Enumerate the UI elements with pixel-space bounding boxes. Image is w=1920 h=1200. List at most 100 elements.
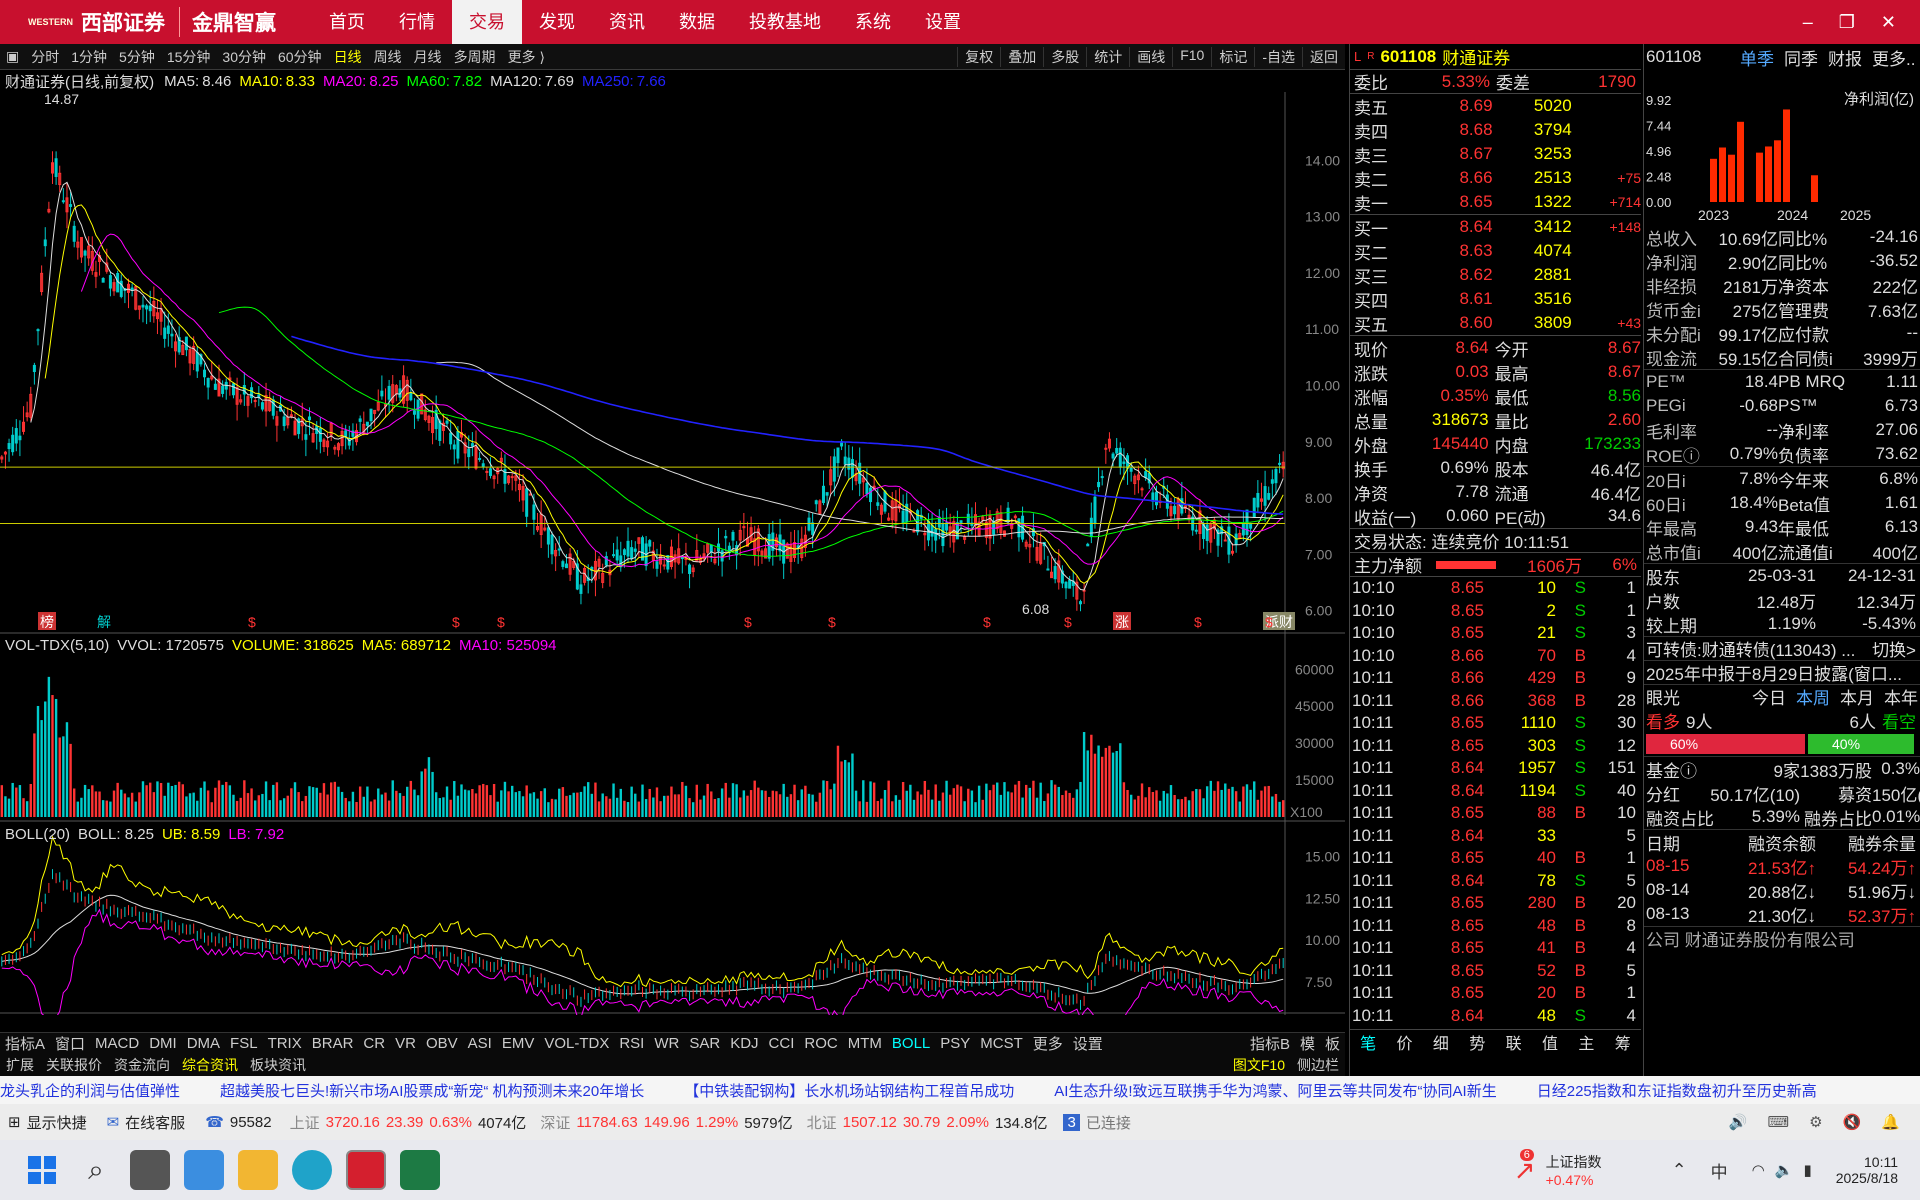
- event-marker[interactable]: 解: [97, 614, 111, 630]
- event-marker[interactable]: 榜: [40, 614, 54, 630]
- nav-item[interactable]: 系统: [838, 0, 908, 44]
- indicator-tab[interactable]: 模: [1295, 1033, 1320, 1054]
- quote-bottom-tab[interactable]: 细: [1433, 1030, 1449, 1054]
- indicator-tab[interactable]: DMI: [144, 1035, 182, 1052]
- book-row[interactable]: 卖三 8.67 3253: [1350, 142, 1641, 166]
- speaker-icon[interactable]: 🔈: [1775, 1161, 1794, 1179]
- task-view-icon[interactable]: [130, 1150, 170, 1190]
- minimize-icon[interactable]: –: [1803, 12, 1813, 33]
- start-icon[interactable]: [22, 1150, 62, 1190]
- news-item[interactable]: 日经225指数和东证指数盘初升至历史新高: [1537, 1080, 1817, 1101]
- indicator-tab[interactable]: 指标B: [1245, 1033, 1295, 1054]
- ext-right-tab[interactable]: 侧边栏: [1291, 1055, 1345, 1075]
- indicator-tab[interactable]: KDJ: [725, 1035, 763, 1052]
- indicator-tab[interactable]: 板: [1320, 1033, 1345, 1054]
- period-tab[interactable]: 日线: [328, 47, 368, 67]
- nav-item[interactable]: 交易: [452, 0, 522, 44]
- event-marker[interactable]: $: [452, 614, 460, 630]
- nav-item[interactable]: 资讯: [592, 0, 662, 44]
- event-marker[interactable]: $: [1064, 614, 1072, 630]
- indicator-tab[interactable]: CR: [358, 1035, 390, 1052]
- indicator-tab[interactable]: BOLL: [887, 1035, 935, 1052]
- tool-button[interactable]: F10: [1172, 46, 1211, 67]
- eyes-period[interactable]: 本年: [1884, 684, 1918, 709]
- nav-item[interactable]: 投教基地: [732, 0, 838, 44]
- indicator-tab[interactable]: OBV: [421, 1035, 463, 1052]
- indicator-tab[interactable]: FSL: [225, 1035, 263, 1052]
- battery-icon[interactable]: ▮: [1803, 1161, 1811, 1179]
- nav-item[interactable]: 数据: [662, 0, 732, 44]
- close-icon[interactable]: ✕: [1881, 12, 1896, 33]
- book-row[interactable]: 买四 8.61 3516: [1350, 287, 1641, 311]
- period-tab[interactable]: 多周期: [448, 47, 502, 67]
- indicator-tab[interactable]: 窗口: [50, 1033, 90, 1054]
- period-tab[interactable]: 1分钟: [65, 47, 113, 67]
- event-marker[interactable]: $: [744, 614, 752, 630]
- book-row[interactable]: 买一 8.64 3412 +148: [1350, 215, 1641, 239]
- indicator-tab[interactable]: SAR: [684, 1035, 725, 1052]
- period-tab[interactable]: 分时: [25, 47, 65, 67]
- tool-button[interactable]: 返回: [1302, 46, 1345, 67]
- nav-item[interactable]: 行情: [382, 0, 452, 44]
- indicator-tab[interactable]: CCI: [764, 1035, 800, 1052]
- book-row[interactable]: 卖二 8.66 2513 +75: [1350, 166, 1641, 190]
- event-marker[interactable]: $: [1194, 614, 1202, 630]
- news-item[interactable]: 龙头乳企的利润与估值弹性: [0, 1080, 180, 1101]
- tool-button[interactable]: 画线: [1129, 46, 1172, 67]
- event-marker[interactable]: $: [828, 614, 836, 630]
- nav-item[interactable]: 发现: [522, 0, 592, 44]
- tool-button[interactable]: 叠加: [1000, 46, 1043, 67]
- period-tab[interactable]: 60分钟: [272, 47, 328, 67]
- tick-list[interactable]: 10:10 8.65 10 S 1 10:10 8.65 2 S 1 10:10 8.65 21 S 3 10…: [1350, 577, 1641, 1027]
- quote-bottom-tab[interactable]: 联: [1506, 1030, 1522, 1054]
- event-marker[interactable]: $: [248, 614, 256, 630]
- tool-button[interactable]: -自选: [1254, 46, 1302, 67]
- quote-bottom-tab[interactable]: 筹: [1615, 1030, 1631, 1054]
- restore-icon[interactable]: ❐: [1839, 12, 1855, 33]
- index-widget-icon[interactable]: ↗ 6: [1514, 1148, 1536, 1186]
- nav-item[interactable]: 设置: [908, 0, 978, 44]
- period-tab[interactable]: 15分钟: [161, 47, 217, 67]
- tool-button[interactable]: 多股: [1043, 46, 1086, 67]
- indicator-tab[interactable]: PSY: [935, 1035, 975, 1052]
- book-row[interactable]: 卖四 8.68 3794: [1350, 118, 1641, 142]
- chat-icon[interactable]: ✉: [107, 1113, 120, 1131]
- indicator-tab[interactable]: VR: [390, 1035, 421, 1052]
- quote-name[interactable]: 财通证券: [1442, 44, 1510, 69]
- quote-bottom-tab[interactable]: 势: [1469, 1030, 1485, 1054]
- panel-toggle-icon[interactable]: ▣: [0, 48, 25, 65]
- indicator-tab[interactable]: RSI: [614, 1035, 649, 1052]
- ext-tab[interactable]: 资金流向: [108, 1055, 176, 1075]
- book-row[interactable]: 卖五 8.69 5020: [1350, 94, 1641, 118]
- nav-item[interactable]: 首页: [312, 0, 382, 44]
- indicator-tab[interactable]: 设置: [1068, 1033, 1108, 1054]
- indicator-tab[interactable]: MACD: [90, 1035, 144, 1052]
- quote-bottom-tab[interactable]: 价: [1397, 1030, 1413, 1054]
- wifi-icon[interactable]: ◠: [1752, 1161, 1765, 1179]
- period-tab[interactable]: 5分钟: [113, 47, 161, 67]
- keyboard-icon[interactable]: ⌨: [1768, 1113, 1790, 1131]
- indicator-tab[interactable]: MTM: [843, 1035, 887, 1052]
- fund-tab[interactable]: 财报: [1828, 45, 1862, 70]
- news-item[interactable]: 超越美股七巨头!新兴市场AI股票成“新宠“ 机构预测未来20年增长: [220, 1080, 644, 1101]
- excel-icon[interactable]: [400, 1150, 440, 1190]
- search-icon[interactable]: ⌕: [76, 1150, 116, 1190]
- indicator-tab[interactable]: 指标A: [0, 1033, 50, 1054]
- eyes-period[interactable]: 本月: [1840, 684, 1874, 709]
- book-row[interactable]: 买二 8.63 4074: [1350, 239, 1641, 263]
- book-row[interactable]: 卖一 8.65 1322 +714: [1350, 190, 1641, 214]
- report-notice[interactable]: 2025年中报于8月29日披露(窗口...: [1644, 660, 1920, 684]
- eyes-period[interactable]: 本周: [1796, 684, 1830, 709]
- alert-icon[interactable]: 🔔: [1881, 1113, 1900, 1131]
- indicator-tab[interactable]: TRIX: [263, 1035, 307, 1052]
- indicator-tab[interactable]: ROC: [799, 1035, 842, 1052]
- tool-button[interactable]: 统计: [1086, 46, 1129, 67]
- settings-icon[interactable]: ⚙: [1809, 1113, 1822, 1131]
- news-item[interactable]: 【中铁装配钢构】长水机场站钢结构工程首吊成功: [684, 1080, 1014, 1101]
- tool-button[interactable]: 标记: [1211, 46, 1254, 67]
- fund-tab[interactable]: 更多..: [1872, 45, 1915, 70]
- eyes-period[interactable]: 今日: [1752, 684, 1786, 709]
- book-row[interactable]: 买三 8.62 2881: [1350, 263, 1641, 287]
- indicator-tab[interactable]: BRAR: [307, 1035, 359, 1052]
- indicator-tab[interactable]: ASI: [463, 1035, 497, 1052]
